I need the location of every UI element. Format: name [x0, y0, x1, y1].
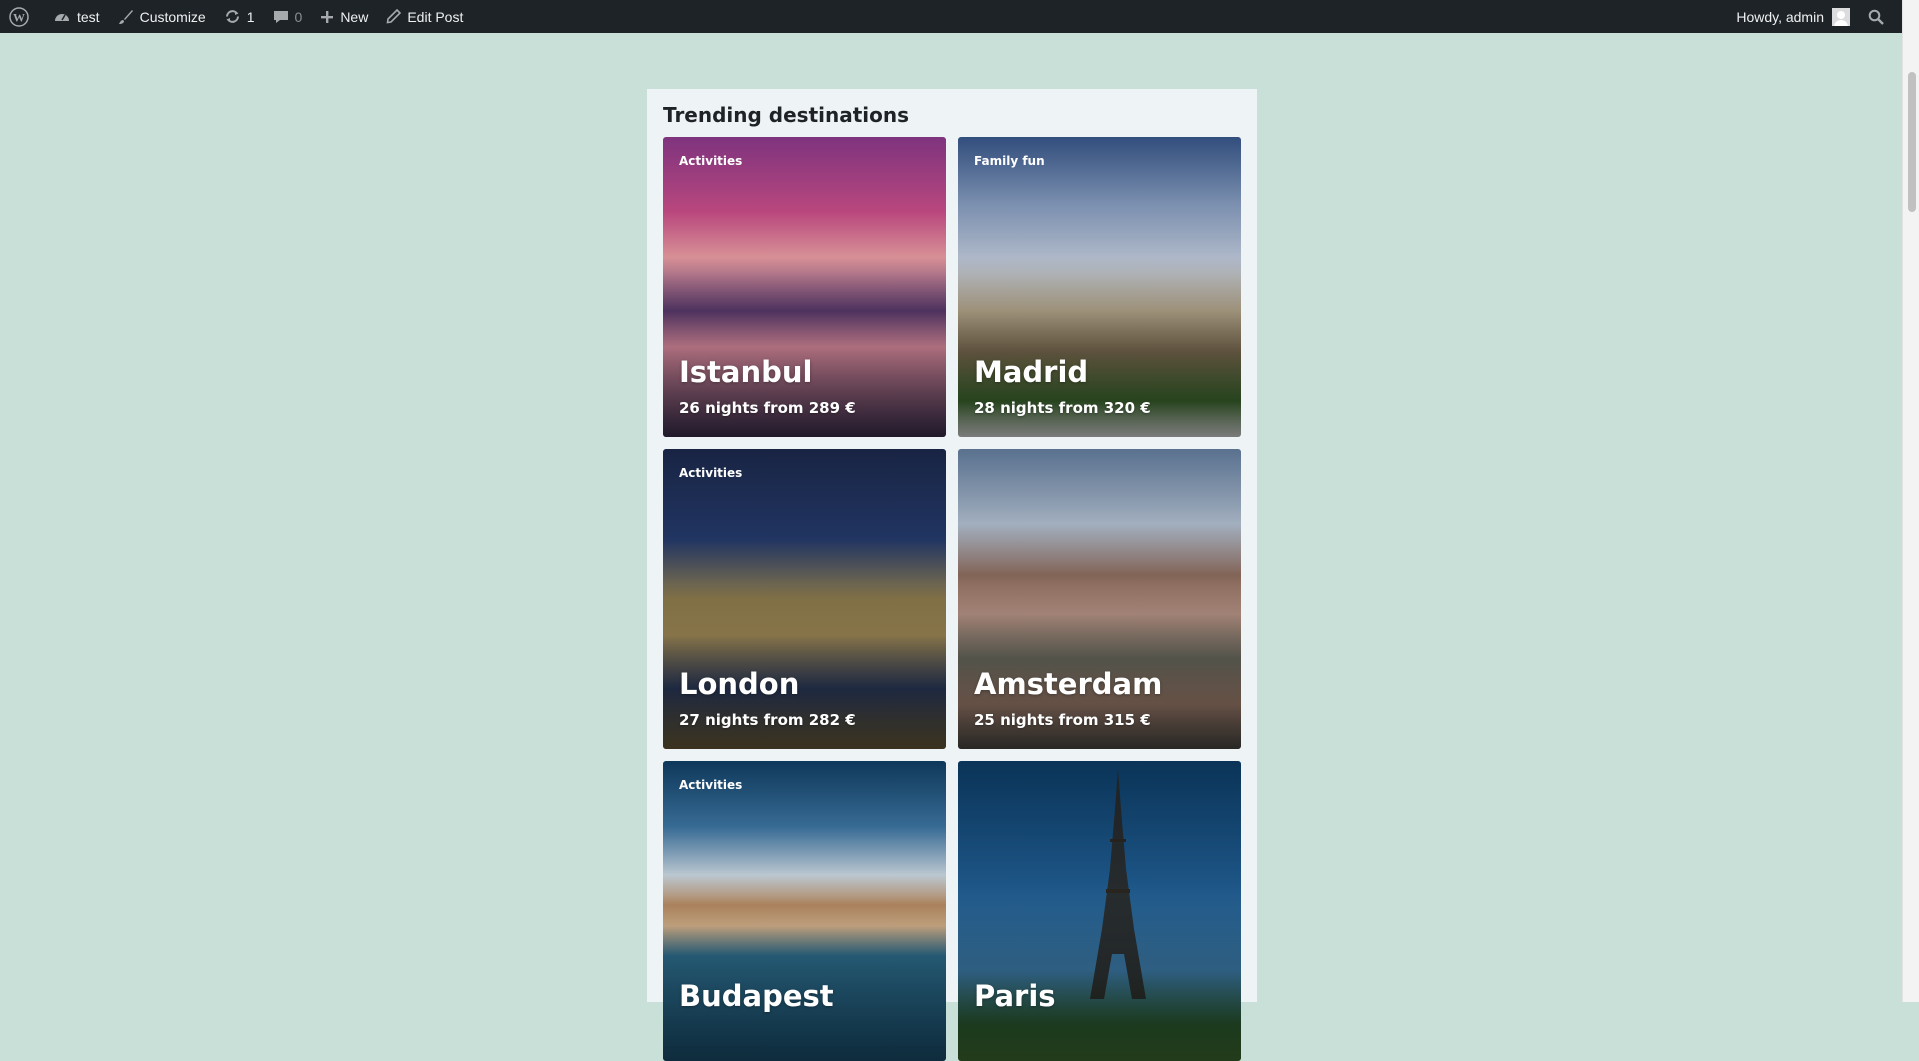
- site-name-link[interactable]: test: [44, 0, 109, 33]
- destination-card-amsterdam[interactable]: Amsterdam 25 nights from 315 €: [958, 449, 1241, 749]
- card-city: Madrid: [974, 355, 1089, 389]
- refresh-icon: [224, 8, 241, 25]
- dashboard-icon: [53, 8, 71, 26]
- customize-label: Customize: [139, 8, 206, 25]
- comments-link[interactable]: 0: [264, 0, 312, 33]
- scrollbar-thumb[interactable]: [1908, 72, 1916, 212]
- photo-overlay: [958, 761, 1241, 1061]
- new-label: New: [340, 8, 369, 25]
- photo-overlay: [663, 761, 946, 1061]
- my-account-link[interactable]: Howdy, admin: [1727, 0, 1859, 33]
- page-scrollbar[interactable]: [1902, 0, 1919, 1002]
- updates-link[interactable]: 1: [215, 0, 264, 33]
- destination-card-budapest[interactable]: Activities Budapest: [663, 761, 946, 1061]
- updates-count: 1: [246, 8, 255, 25]
- card-city: Budapest: [679, 979, 834, 1013]
- destination-card-london[interactable]: Activities London 27 nights from 282 €: [663, 449, 946, 749]
- photo-overlay: [663, 449, 946, 749]
- svg-text:W: W: [13, 10, 25, 24]
- destination-card-istanbul[interactable]: Activities Istanbul 26 nights from 289 €: [663, 137, 946, 437]
- card-city: Amsterdam: [974, 667, 1163, 701]
- destination-card-madrid[interactable]: Family fun Madrid 28 nights from 320 €: [958, 137, 1241, 437]
- photo-overlay: [663, 137, 946, 437]
- search-button[interactable]: [1859, 0, 1893, 33]
- comment-icon: [273, 9, 289, 25]
- trending-destinations-section: Trending destinations Activities Istanbu…: [647, 89, 1257, 1061]
- paintbrush-icon: [118, 9, 134, 25]
- card-city: London: [679, 667, 800, 701]
- card-price: 26 nights from 289 €: [679, 399, 856, 417]
- card-price: 25 nights from 315 €: [974, 711, 1151, 729]
- new-content-link[interactable]: New: [311, 0, 377, 33]
- card-tag: Activities: [679, 154, 743, 168]
- photo-overlay: [958, 449, 1241, 749]
- card-tag: Activities: [679, 778, 743, 792]
- admin-bar-left: W test Customize 1 0 New Edit Post: [0, 0, 472, 33]
- search-icon: [1868, 9, 1884, 25]
- admin-bar-right: Howdy, admin: [1727, 0, 1903, 33]
- section-title: Trending destinations: [663, 103, 910, 127]
- wordpress-menu[interactable]: W: [0, 0, 44, 33]
- account-greeting: Howdy, admin: [1736, 8, 1824, 25]
- destination-card-paris[interactable]: Paris: [958, 761, 1241, 1061]
- card-price: 27 nights from 282 €: [679, 711, 856, 729]
- edit-post-label: Edit Post: [407, 8, 464, 25]
- card-price: 28 nights from 320 €: [974, 399, 1151, 417]
- wordpress-logo-icon: W: [9, 6, 29, 27]
- comments-count: 0: [294, 8, 303, 25]
- customize-link[interactable]: Customize: [109, 0, 215, 33]
- card-city: Paris: [974, 979, 1056, 1013]
- card-city: Istanbul: [679, 355, 813, 389]
- avatar: [1832, 7, 1850, 26]
- site-name-label: test: [77, 8, 100, 25]
- card-tag: Family fun: [974, 154, 1045, 168]
- photo-overlay: [958, 137, 1241, 437]
- edit-post-link[interactable]: Edit Post: [377, 0, 472, 33]
- plus-icon: [320, 10, 334, 24]
- card-tag: Activities: [679, 466, 743, 480]
- admin-bar: W test Customize 1 0 New Edit Post Howdy…: [0, 0, 1903, 33]
- pencil-icon: [386, 9, 402, 24]
